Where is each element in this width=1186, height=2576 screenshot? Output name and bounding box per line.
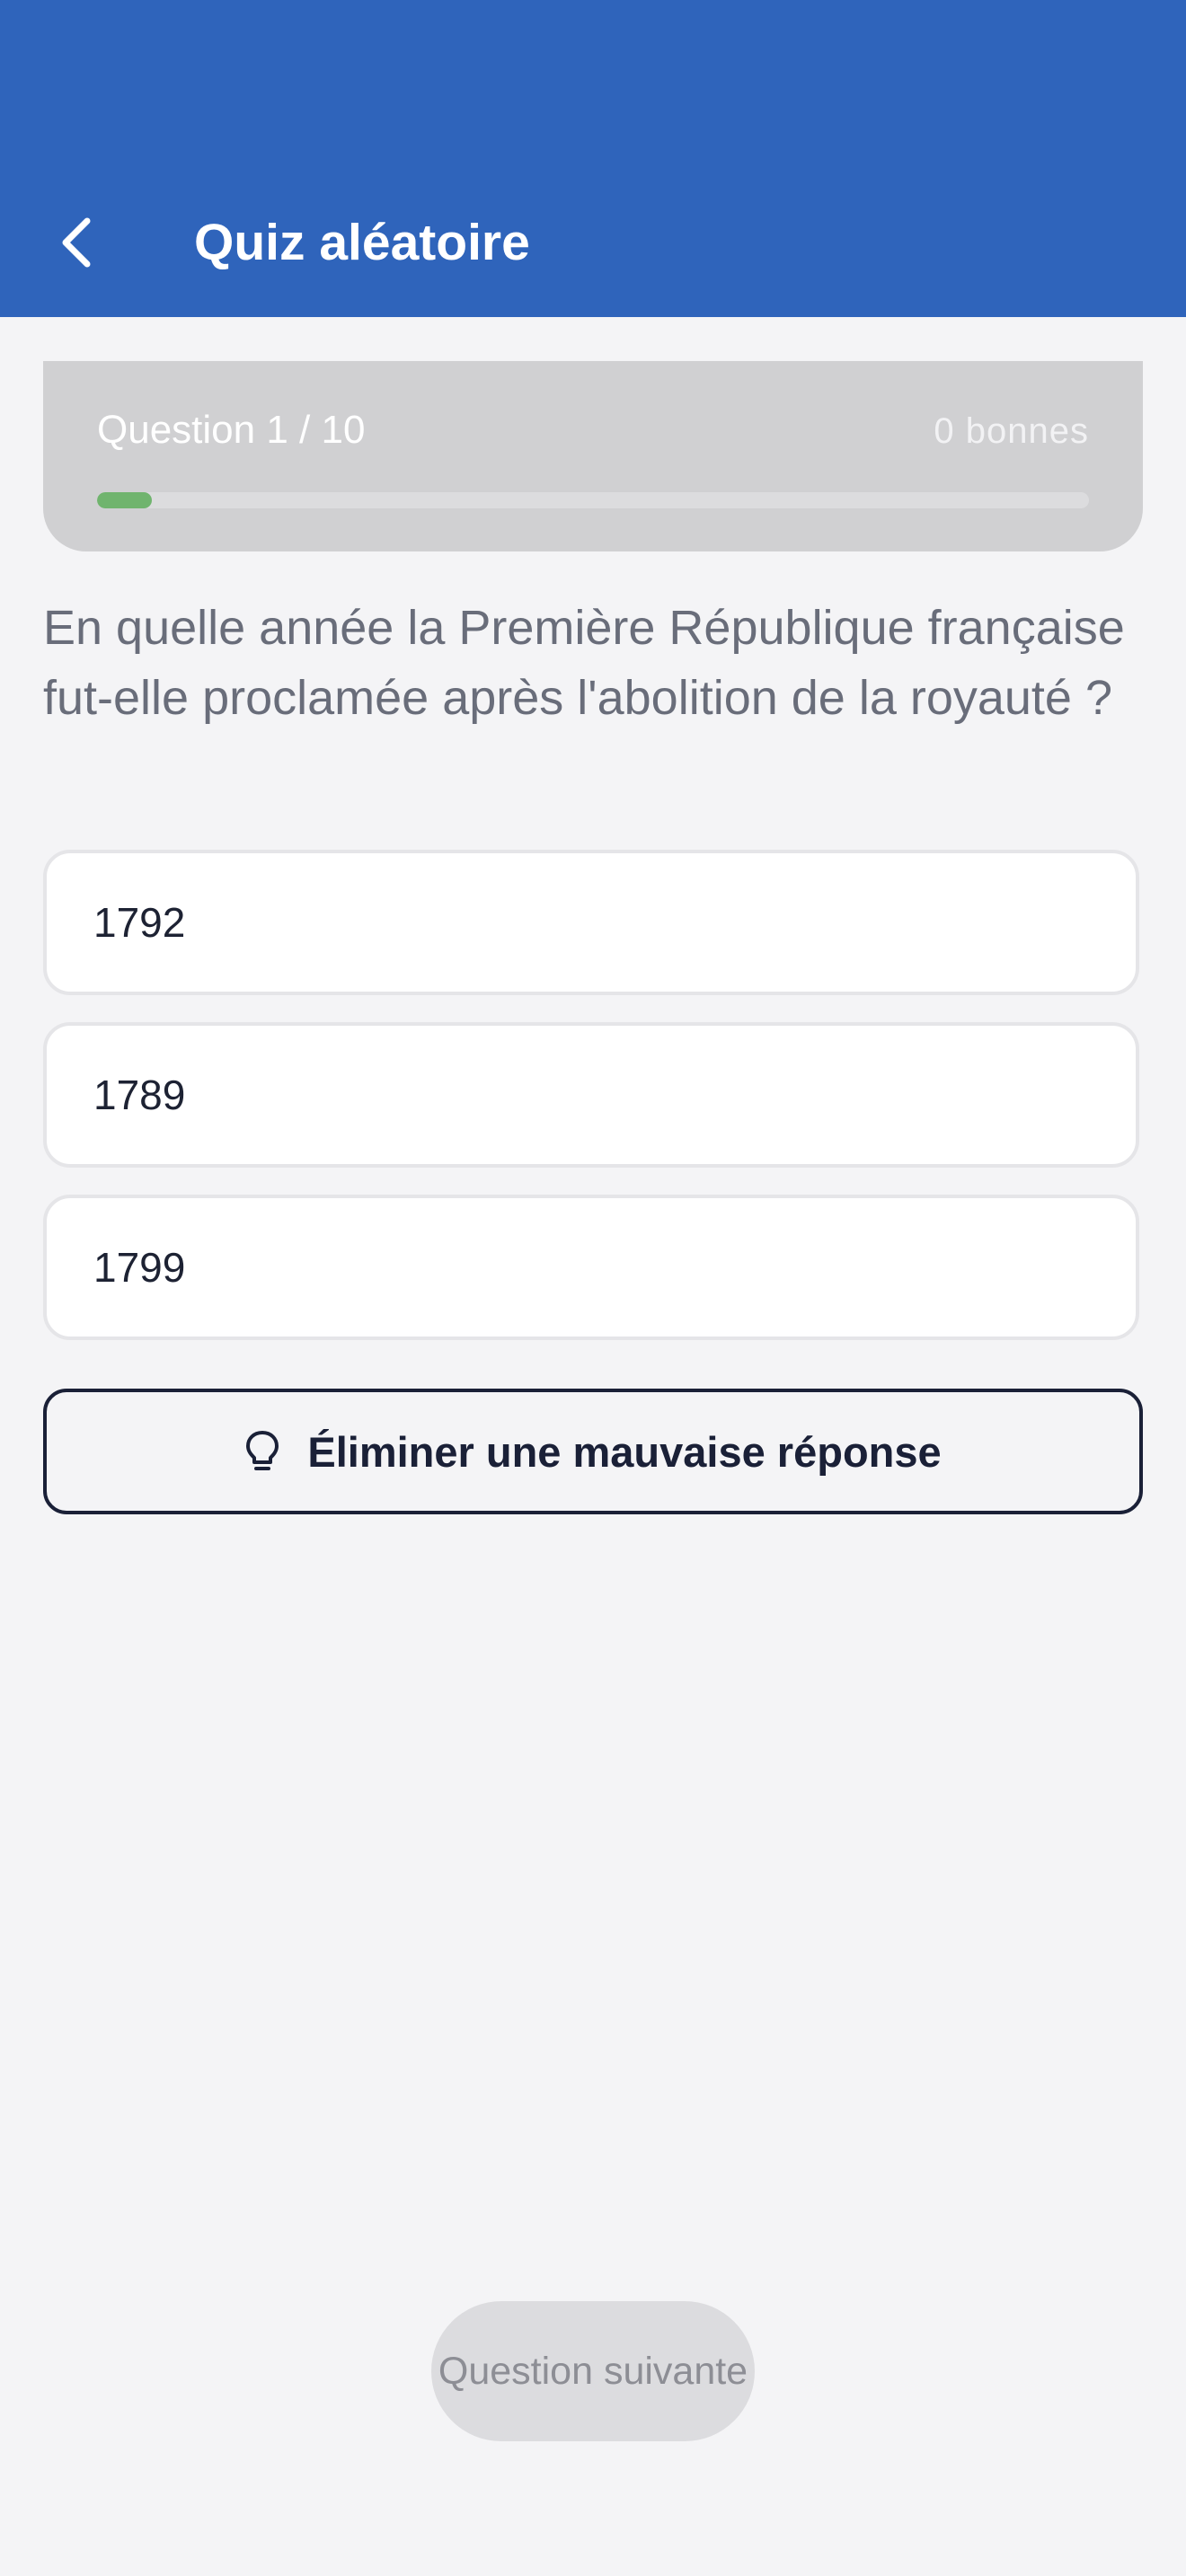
page-title: Quiz aléatoire bbox=[194, 214, 530, 271]
hint-label: Éliminer une mauvaise réponse bbox=[307, 1427, 942, 1476]
app-bar: Quiz aléatoire bbox=[0, 0, 1186, 317]
answer-option-2[interactable]: 1789 bbox=[43, 1022, 1139, 1168]
lightbulb-icon bbox=[244, 1430, 280, 1473]
progress-fill bbox=[97, 492, 152, 508]
answer-option-3[interactable]: 1799 bbox=[43, 1195, 1139, 1340]
answer-label: 1792 bbox=[93, 899, 186, 946]
answer-label: 1799 bbox=[93, 1244, 186, 1291]
chevron-left-icon bbox=[62, 217, 91, 268]
answer-label: 1789 bbox=[93, 1072, 186, 1118]
progress-bar bbox=[97, 492, 1089, 508]
next-question-label: Question suivante bbox=[438, 2349, 748, 2393]
eliminate-wrong-answer-button[interactable]: Éliminer une mauvaise réponse bbox=[43, 1389, 1143, 1514]
back-button[interactable] bbox=[45, 205, 108, 280]
progress-card: Question 1 / 10 0 bonnes bbox=[43, 361, 1143, 551]
score-label: 0 bonnes bbox=[934, 411, 1089, 451]
answer-option-1[interactable]: 1792 bbox=[43, 850, 1139, 995]
question-text: En quelle année la Première République f… bbox=[43, 601, 1125, 725]
question-counter: Question 1 / 10 bbox=[97, 408, 366, 452]
next-question-button[interactable]: Question suivante bbox=[431, 2301, 755, 2441]
